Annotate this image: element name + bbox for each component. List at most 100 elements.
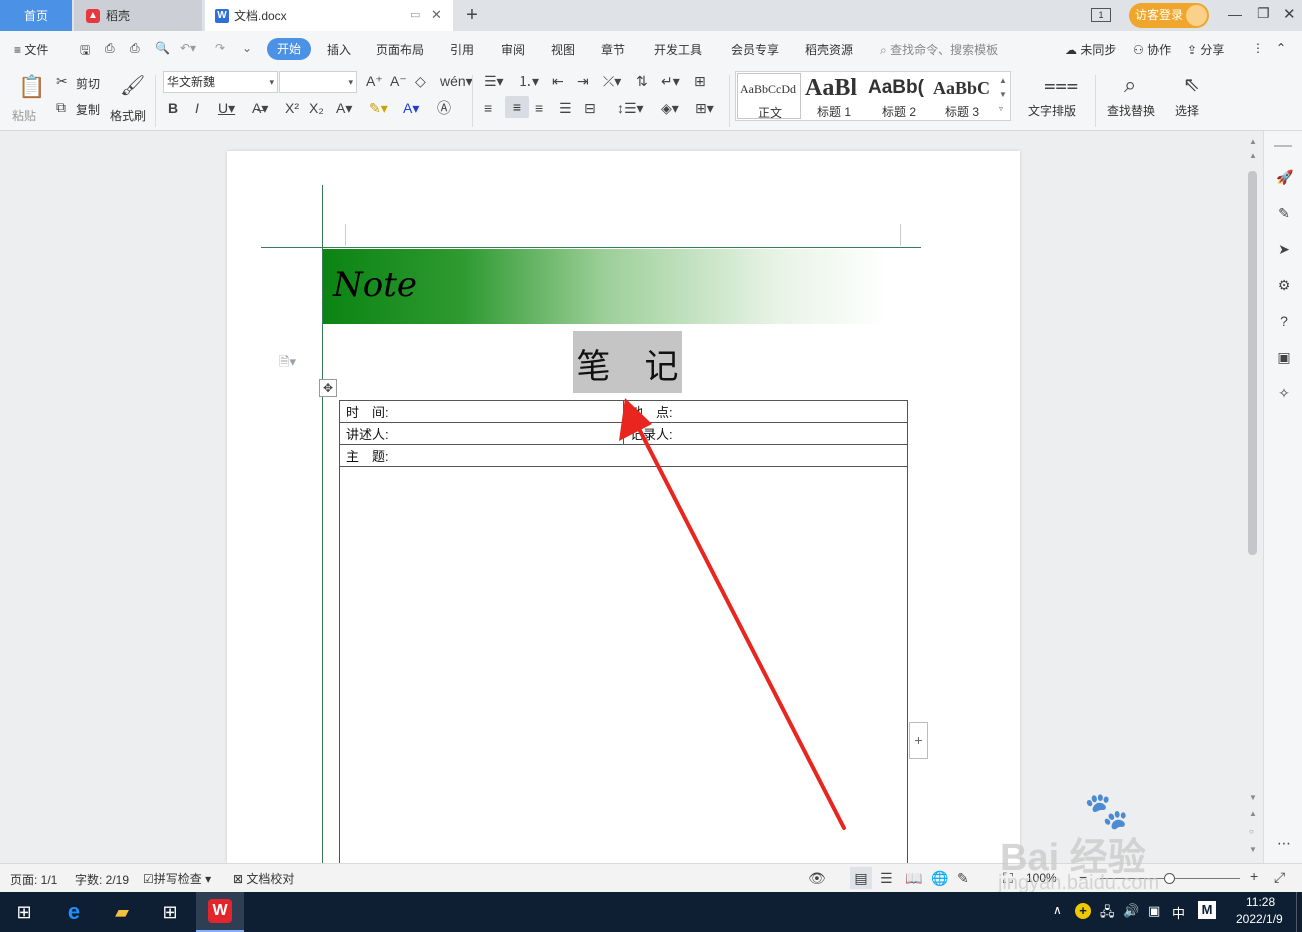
close-window-icon[interactable]: ✕ <box>1283 5 1296 23</box>
print-icon[interactable]: ⎙ <box>130 41 140 56</box>
tab-daoke[interactable]: ▲ 稻壳 <box>74 0 202 31</box>
login-button[interactable]: 访客登录 <box>1129 3 1209 28</box>
chinese-layout-icon[interactable]: ⤫▾ <box>603 73 621 89</box>
scroll-up-icon[interactable]: ▲ <box>1249 137 1257 146</box>
close-tab-icon[interactable]: ✕ <box>431 7 442 23</box>
line-spacing-icon[interactable]: ↕☰▾ <box>617 100 644 116</box>
cut-button[interactable]: ✂ 剪切 <box>56 73 106 91</box>
decrease-indent-icon[interactable]: ⇤ <box>552 73 564 89</box>
show-marks-icon[interactable]: ⊞ <box>694 73 706 89</box>
undo-icon[interactable]: ↶▾ <box>180 41 196 55</box>
share-button[interactable]: ⇪ 分享 <box>1187 41 1224 58</box>
distribute-icon[interactable]: ⊟ <box>584 100 596 116</box>
align-center-button[interactable]: ≡ <box>505 96 529 118</box>
tab-review[interactable]: 审阅 <box>501 41 525 58</box>
print-preview-icon[interactable]: 🔍 <box>155 41 170 55</box>
rocket-icon[interactable]: 🚀 <box>1276 169 1293 185</box>
tab-start[interactable]: 开始 <box>267 38 311 60</box>
eye-protection-icon[interactable]: 👁 <box>808 870 826 886</box>
text-effects-icon[interactable]: A▾ <box>336 100 352 116</box>
clear-format-icon[interactable]: ◇ <box>415 73 426 89</box>
line-break-icon[interactable]: ↵▾ <box>661 73 680 89</box>
sliders-icon[interactable]: ⚙ <box>1276 277 1292 293</box>
tab-daoke-resources[interactable]: 稻壳资源 <box>805 41 853 58</box>
tab-developer[interactable]: 开发工具 <box>654 41 702 58</box>
windows-start-icon[interactable]: ⊞ <box>4 896 44 928</box>
proofread-button[interactable]: ⊠ 文档校对 <box>233 870 294 887</box>
scroll-up-icon[interactable]: ▲ <box>1249 151 1257 160</box>
tab-home[interactable]: 首页 <box>0 0 72 31</box>
spell-check-button[interactable]: ☑拼写检查 ▾ <box>143 870 211 887</box>
web-view-icon[interactable]: 🌐 <box>931 870 948 886</box>
superscript-icon[interactable]: X² <box>285 100 299 116</box>
scrollbar-thumb[interactable] <box>1248 171 1257 555</box>
collab-button[interactable]: ⚇ 协作 <box>1133 41 1171 58</box>
new-tab-button[interactable]: + <box>462 0 482 31</box>
align-right-icon[interactable]: ≡ <box>535 100 543 116</box>
restore-icon[interactable]: ❐ <box>1257 5 1270 22</box>
reading-view-icon[interactable]: 📖 <box>905 870 922 886</box>
help-icon[interactable]: ? <box>1276 313 1292 329</box>
store-icon[interactable]: ⊞ <box>150 896 190 928</box>
screen-badge[interactable]: 1 <box>1091 8 1111 22</box>
edge-browser-icon[interactable]: e <box>54 896 94 928</box>
font-color-icon[interactable]: A▾ <box>403 100 419 116</box>
tray-green-icon[interactable]: + <box>1075 903 1091 919</box>
highlight-icon[interactable]: ✎▾ <box>369 100 388 116</box>
next-page-icon[interactable]: ▼ <box>1249 845 1257 854</box>
style-heading-3[interactable]: AaBbC 标题 3 <box>933 73 995 119</box>
copy-button[interactable]: ⧉ 复制 <box>56 99 106 117</box>
phonetic-guide-icon[interactable]: wén▾ <box>440 73 473 89</box>
file-menu[interactable]: ≡ 文件 <box>14 41 48 58</box>
font-name-select[interactable]: 华文新魏 ▾ <box>163 71 278 93</box>
volume-icon[interactable]: 🔊 <box>1123 903 1139 919</box>
sort-icon[interactable]: ⇅ <box>636 73 648 89</box>
justify-icon[interactable]: ☰ <box>559 100 572 116</box>
italic-icon[interactable]: I <box>195 100 199 116</box>
page-view-button[interactable]: ▤ <box>850 867 872 889</box>
select-browse-icon[interactable]: ○ <box>1249 827 1254 836</box>
subscript-icon[interactable]: X₂ <box>309 100 324 116</box>
tab-view[interactable]: 视图 <box>551 41 575 58</box>
paste-button[interactable]: 📋 粘贴 <box>12 73 48 124</box>
pointer-icon[interactable]: ➤ <box>1276 241 1292 257</box>
export-pdf-icon[interactable]: ⎙ <box>105 41 115 56</box>
collapse-ribbon-icon[interactable]: ⌃ <box>1276 41 1286 55</box>
grow-font-icon[interactable]: A⁺ <box>366 73 383 89</box>
shading-icon[interactable]: ◈▾ <box>661 100 679 116</box>
scroll-down-icon[interactable]: ▼ <box>1249 793 1257 802</box>
tab-document[interactable]: W 文档.docx ▭ ✕ <box>205 0 453 31</box>
ime-mode[interactable]: M <box>1198 901 1216 919</box>
redo-icon[interactable]: ↷ <box>215 41 225 55</box>
tab-page-layout[interactable]: 页面布局 <box>376 41 424 58</box>
command-search[interactable]: ⌕ 查找命令、搜索模板 <box>880 41 998 58</box>
align-left-icon[interactable]: ≡ <box>484 100 492 116</box>
image-icon[interactable]: ▣ <box>1276 349 1292 365</box>
file-explorer-icon[interactable]: ▰ <box>102 896 142 928</box>
quick-access-more-icon[interactable]: ⌄ <box>242 41 252 55</box>
compass-icon[interactable]: ✧ <box>1276 385 1292 401</box>
clock-date[interactable]: 2022/1/9 <box>1236 912 1283 926</box>
tab-member[interactable]: 会员专享 <box>731 41 779 58</box>
prev-page-icon[interactable]: ▲ <box>1249 809 1257 818</box>
format-painter-button[interactable]: 🖌 格式刷 <box>110 73 150 123</box>
sync-button[interactable]: ☁ 未同步 <box>1065 41 1116 58</box>
bullets-icon[interactable]: ☰▾ <box>484 73 504 89</box>
tab-references[interactable]: 引用 <box>450 41 474 58</box>
borders-icon[interactable]: ⊞▾ <box>695 100 714 116</box>
numbering-icon[interactable]: ⒈▾ <box>518 73 539 89</box>
style-heading-1[interactable]: AaBl 标题 1 <box>803 73 867 119</box>
font-size-select[interactable]: ▾ <box>279 71 357 93</box>
minimize-icon[interactable]: — <box>1228 6 1242 22</box>
write-view-icon[interactable]: ✎ <box>957 870 969 886</box>
document-page[interactable]: Note 🗎▾ 笔 记 ✥ 时 间: 地 点: 讲述人: 记录人: 主 题: + <box>227 151 1020 867</box>
tab-chapter[interactable]: 章节 <box>601 41 625 58</box>
underline-icon[interactable]: U▾ <box>218 100 235 116</box>
ime-indicator[interactable]: 中 <box>1172 903 1185 922</box>
style-heading-2[interactable]: AaBb( 标题 2 <box>868 73 932 119</box>
outline-view-icon[interactable]: ☰ <box>880 870 893 886</box>
increase-indent-icon[interactable]: ⇥ <box>577 73 589 89</box>
more-options-icon[interactable]: ⋮ <box>1252 41 1264 55</box>
more-icon[interactable]: ⋯ <box>1276 835 1292 851</box>
clock-time[interactable]: 11:28 <box>1246 895 1275 909</box>
